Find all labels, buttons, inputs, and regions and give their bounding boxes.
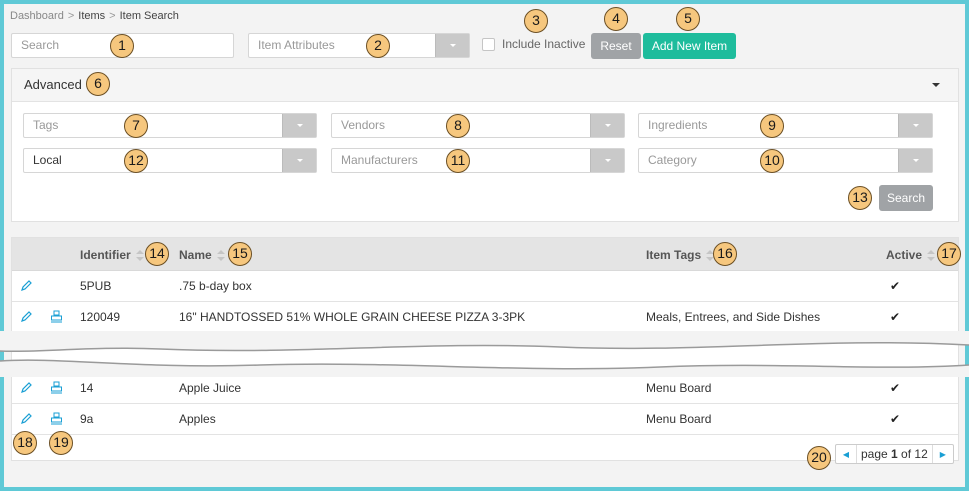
ingredients-select[interactable]: Ingredients xyxy=(638,113,933,138)
advanced-panel-header[interactable]: Advanced xyxy=(12,69,958,102)
cell-name: Apples xyxy=(179,412,216,426)
include-inactive-label: Include Inactive xyxy=(502,37,586,51)
torn-edge-divider xyxy=(0,331,969,377)
breadcrumb-items[interactable]: Items xyxy=(78,10,105,22)
callout-7: 7 xyxy=(124,114,148,138)
active-check-icon: ✔ xyxy=(890,412,901,426)
manufacturers-select[interactable]: Manufacturers xyxy=(331,148,625,173)
active-check-icon: ✔ xyxy=(890,310,901,324)
nutrition-print-icon[interactable] xyxy=(50,381,63,397)
callout-10: 10 xyxy=(760,149,784,173)
cell-name: Apple Juice xyxy=(179,381,242,395)
local-select[interactable]: Local xyxy=(23,148,317,173)
caret-down-icon[interactable] xyxy=(932,83,940,87)
callout-18: 18 xyxy=(13,431,37,455)
edit-pencil-icon[interactable] xyxy=(20,279,33,295)
column-identifier[interactable]: Identifier xyxy=(80,248,144,262)
chevron-down-icon[interactable] xyxy=(435,34,469,57)
table-row[interactable]: 14 Apple Juice Menu Board ✔ xyxy=(12,373,958,404)
sort-icon[interactable] xyxy=(135,250,144,262)
table-row[interactable]: 9a Apples Menu Board ✔ xyxy=(12,404,958,435)
breadcrumb: Dashboard > Items > Item Search xyxy=(10,10,179,22)
advanced-title: Advanced xyxy=(24,77,82,92)
chevron-down-icon[interactable] xyxy=(590,114,624,137)
next-page-icon[interactable]: ▶ xyxy=(933,450,953,459)
sort-icon[interactable] xyxy=(927,250,936,262)
callout-17: 17 xyxy=(937,242,961,266)
breadcrumb-item-search: Item Search xyxy=(119,10,179,22)
sort-icon[interactable] xyxy=(216,250,225,262)
pagination: ◀ page 1 of 12 ▶ xyxy=(835,444,954,464)
callout-16: 16 xyxy=(713,242,737,266)
callout-4: 4 xyxy=(604,7,628,31)
callout-3: 3 xyxy=(524,9,548,33)
include-inactive-checkbox[interactable] xyxy=(482,38,495,51)
reset-button[interactable]: Reset xyxy=(591,33,641,59)
advanced-panel: Advanced xyxy=(11,68,959,222)
cell-name: .75 b-day box xyxy=(179,279,252,293)
chevron-down-icon[interactable] xyxy=(590,149,624,172)
cell-name: 16" HANDTOSSED 51% WHOLE GRAIN CHEESE PI… xyxy=(179,310,526,324)
callout-11: 11 xyxy=(446,149,470,173)
prev-page-icon[interactable]: ◀ xyxy=(836,450,856,459)
cell-identifier: 14 xyxy=(80,381,94,395)
add-new-item-button[interactable]: Add New Item xyxy=(643,33,736,59)
nutrition-print-icon[interactable] xyxy=(50,310,63,326)
advanced-search-button[interactable]: Search xyxy=(879,185,933,211)
callout-6: 6 xyxy=(86,72,110,96)
callout-13: 13 xyxy=(848,186,872,210)
cell-tags: Menu Board xyxy=(646,412,712,426)
item-attributes-select[interactable]: Item Attributes xyxy=(248,33,470,58)
category-select[interactable]: Category xyxy=(638,148,933,173)
cell-tags: Menu Board xyxy=(646,381,712,395)
callout-1: 1 xyxy=(110,34,134,58)
chevron-down-icon[interactable] xyxy=(898,114,932,137)
table-row[interactable]: 120049 16" HANDTOSSED 51% WHOLE GRAIN CH… xyxy=(12,302,958,333)
cell-identifier: 5PUB xyxy=(80,279,112,293)
callout-19: 19 xyxy=(49,431,73,455)
cell-tags: Meals, Entrees, and Side Dishes xyxy=(646,310,821,324)
chevron-down-icon[interactable] xyxy=(282,149,316,172)
active-check-icon: ✔ xyxy=(890,279,901,293)
active-check-icon: ✔ xyxy=(890,381,901,395)
callout-15: 15 xyxy=(228,242,252,266)
column-item-tags[interactable]: Item Tags xyxy=(646,248,715,262)
vendors-select[interactable]: Vendors xyxy=(331,113,625,138)
column-active[interactable]: Active xyxy=(886,248,936,262)
callout-8: 8 xyxy=(446,114,470,138)
chevron-down-icon[interactable] xyxy=(898,149,932,172)
breadcrumb-dashboard[interactable]: Dashboard xyxy=(10,10,64,22)
edit-pencil-icon[interactable] xyxy=(20,381,33,397)
callout-5: 5 xyxy=(676,7,700,31)
callout-9: 9 xyxy=(760,114,784,138)
callout-20: 20 xyxy=(807,446,831,470)
chevron-down-icon[interactable] xyxy=(282,114,316,137)
cell-identifier: 120049 xyxy=(80,310,121,324)
cell-identifier: 9a xyxy=(80,412,94,426)
callout-12: 12 xyxy=(124,149,148,173)
edit-pencil-icon[interactable] xyxy=(20,412,33,428)
tags-select[interactable]: Tags xyxy=(23,113,317,138)
callout-2: 2 xyxy=(366,34,390,58)
page-indicator: page 1 of 12 xyxy=(856,445,933,463)
edit-pencil-icon[interactable] xyxy=(20,310,33,326)
callout-14: 14 xyxy=(145,242,169,266)
column-name[interactable]: Name xyxy=(179,248,225,262)
nutrition-print-icon[interactable] xyxy=(50,412,63,428)
table-row[interactable]: 5PUB .75 b-day box ✔ xyxy=(12,271,958,302)
